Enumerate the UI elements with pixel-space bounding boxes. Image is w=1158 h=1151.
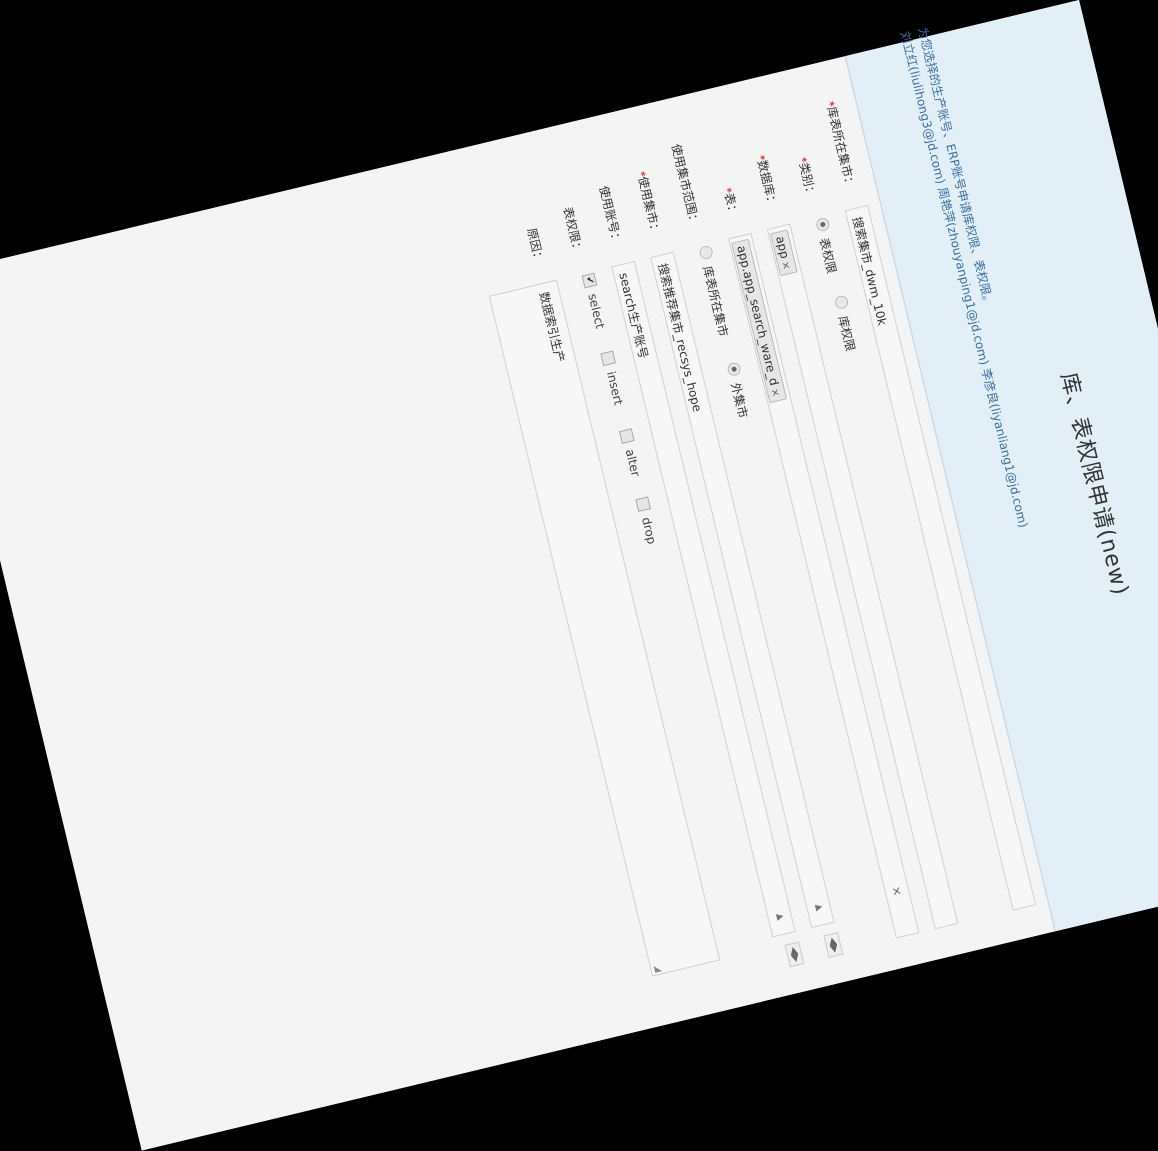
table-permission-label-text: 表权限： [560, 205, 586, 256]
scope-label-text: 使用集市范围： [668, 142, 702, 228]
database-tag[interactable]: app× [769, 229, 798, 277]
perm-drop-label: drop [639, 515, 659, 546]
type-label-text: 类别： [796, 161, 819, 200]
dropdown-icon[interactable]: ▲ [774, 912, 785, 921]
perm-insert-label: insert [603, 369, 626, 407]
resize-grip-icon[interactable]: ◢ [652, 964, 663, 973]
checkbox-drop[interactable] [635, 496, 651, 513]
type-radio-table[interactable] [814, 216, 831, 233]
scope-option-external: 外集市 [728, 381, 751, 420]
use-account-value: search生产账号 [616, 271, 651, 361]
type-option-table: 表权限 [816, 236, 839, 275]
type-radio-database[interactable] [833, 294, 850, 311]
remove-tag-icon[interactable]: × [768, 387, 781, 398]
database-label-text: 数据库： [754, 158, 780, 209]
checkbox-insert[interactable] [600, 350, 616, 367]
database-tag-text: app [773, 234, 792, 260]
perm-select-label: select [585, 292, 608, 331]
clear-icon[interactable]: × [889, 885, 905, 898]
scope-radio-same[interactable] [698, 244, 714, 261]
scope-option-same: 库表所在集市 [700, 264, 731, 338]
form-page: 库、表权限申请(new) 为您选择的生产账号、ERP账号申请库权限、表权限。 刘… [0, 0, 1158, 1151]
checkbox-alter[interactable] [618, 428, 635, 444]
pager-control[interactable]: ◀▶ [784, 941, 805, 968]
pager-control[interactable]: ◀▶ [823, 932, 844, 959]
perm-alter-label: alter [622, 447, 643, 478]
next-icon[interactable]: ▶ [789, 953, 801, 963]
reason-value: 数据索引生产 [536, 290, 568, 364]
checkbox-select[interactable]: ✔ [581, 272, 598, 289]
page-title: 库、表权限申请(new) [1055, 370, 1133, 599]
market-label-text: 库表所在集市： [824, 105, 858, 191]
table-label-text: 表： [721, 191, 741, 219]
use-account-label-text: 使用账号： [596, 184, 625, 247]
type-option-database: 库权限 [835, 314, 858, 353]
dropdown-icon[interactable]: ▲ [813, 903, 824, 912]
next-icon[interactable]: ▶ [828, 944, 840, 954]
reason-label-text: 原因： [524, 226, 547, 265]
remove-tag-icon[interactable]: × [779, 260, 792, 271]
scope-radio-external[interactable] [726, 361, 742, 378]
use-market-label-text: 使用集市： [635, 175, 664, 237]
